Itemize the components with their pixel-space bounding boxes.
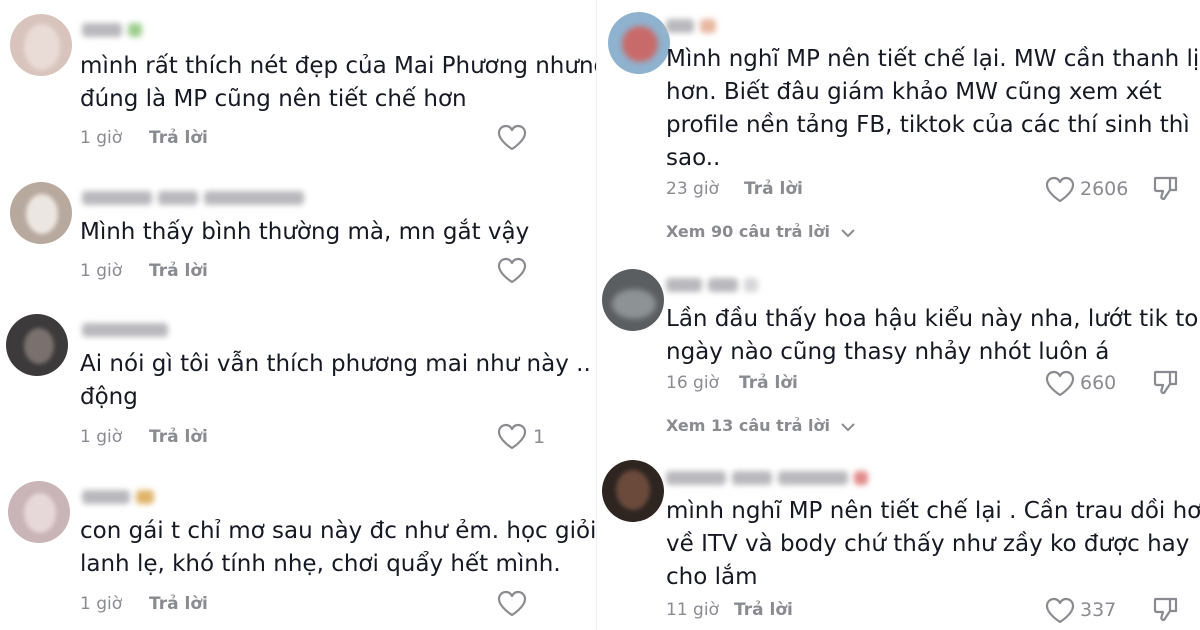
comment-item: mình nghĩ MP nên tiết chế lại . Cần trau… xyxy=(602,450,1200,630)
comment-line: cho lắm xyxy=(666,564,758,590)
reply-button[interactable]: Trả lời xyxy=(734,598,793,622)
heart-outline-icon[interactable] xyxy=(497,590,527,617)
comment-text: Mình thấy bình thường mà, mn gắt vậy xyxy=(80,216,529,249)
comment-line: đúng là MP cũng nên tiết chế hơn xyxy=(80,86,467,112)
comment-text: Ai nói gì tôi vẫn thích phương mai như n… xyxy=(80,348,596,414)
comment-line: con gái t chỉ mơ sau này đc như ẻm. học … xyxy=(80,518,596,544)
avatar[interactable] xyxy=(10,14,72,76)
avatar[interactable] xyxy=(8,481,70,543)
reply-button[interactable]: Trả lời xyxy=(149,126,208,150)
comment-line: hơn. Biết đâu giám khảo MW cũng xem xét xyxy=(666,79,1162,105)
avatar[interactable] xyxy=(608,12,670,74)
comment-time: 1 giờ xyxy=(80,427,123,447)
thumbs-down-icon[interactable] xyxy=(1152,174,1180,202)
comment-line: Lần đầu thấy hoa hậu kiểu này nha, lướt … xyxy=(666,306,1200,332)
comment-time: 23 giờ xyxy=(666,179,719,199)
username[interactable] xyxy=(82,20,152,40)
comment-text: mình nghĩ MP nên tiết chế lại . Cần trau… xyxy=(666,495,1200,594)
heart-outline-icon[interactable] xyxy=(1045,597,1075,624)
comment-line: profile nền tảng FB, tiktok của các thí … xyxy=(666,112,1190,138)
comment-text: con gái t chỉ mơ sau này đc như ẻm. học … xyxy=(80,515,596,581)
username[interactable] xyxy=(82,188,322,208)
avatar[interactable] xyxy=(10,182,72,244)
comment-line: động xyxy=(80,384,138,410)
reply-button[interactable]: Trả lời xyxy=(744,177,803,201)
like-count: 1 xyxy=(533,426,546,448)
reply-button[interactable]: Trả lời xyxy=(739,371,798,395)
comment-meta: 23 giờ Trả lời xyxy=(666,177,966,201)
reply-button[interactable]: Trả lời xyxy=(149,425,208,449)
like-count: 2606 xyxy=(1080,178,1129,200)
chevron-down-icon xyxy=(840,422,855,431)
comment-list-left: mình rất thích nét đẹp của Mai Phương nh… xyxy=(0,0,596,630)
comment-time: 1 giờ xyxy=(80,594,123,614)
comment-time: 1 giờ xyxy=(80,128,123,148)
heart-outline-icon[interactable] xyxy=(1045,176,1075,203)
comment-line: lanh lẹ, khó tính nhẹ, chơi quẩy hết mìn… xyxy=(80,551,561,577)
comment-item: con gái t chỉ mơ sau này đc như ẻm. học … xyxy=(0,465,596,630)
thumbs-down-icon[interactable] xyxy=(1152,368,1180,396)
chevron-down-icon xyxy=(840,228,855,237)
comment-item: Mình nghĩ MP nên tiết chế lại. MW cần th… xyxy=(602,0,1200,255)
like-count: 337 xyxy=(1080,599,1117,621)
comment-meta: 16 giờ Trả lời xyxy=(666,371,966,395)
username[interactable] xyxy=(82,320,182,340)
reply-button[interactable]: Trả lời xyxy=(149,592,208,616)
comment-line: Mình nghĩ MP nên tiết chế lại. MW cần th… xyxy=(666,46,1200,72)
heart-outline-icon[interactable] xyxy=(1045,370,1075,397)
comment-text: mình rất thích nét đẹp của Mai Phương nh… xyxy=(80,50,596,116)
username[interactable] xyxy=(666,275,776,295)
heart-outline-icon[interactable] xyxy=(497,257,527,284)
comment-line: mình nghĩ MP nên tiết chế lại . Cần trau… xyxy=(666,498,1200,524)
comment-line: Mình thấy bình thường mà, mn gắt vậy xyxy=(80,219,530,245)
comment-line: sao.. xyxy=(666,145,721,171)
comment-item: mình rất thích nét đẹp của Mai Phương nh… xyxy=(0,0,596,170)
comment-time: 1 giờ xyxy=(80,261,123,281)
comment-item: Lần đầu thấy hoa hậu kiểu này nha, lướt … xyxy=(602,255,1200,450)
view-replies-label: Xem 13 câu trả lời xyxy=(666,416,830,435)
heart-outline-icon[interactable] xyxy=(497,124,527,151)
username[interactable] xyxy=(666,16,736,36)
like-count: 660 xyxy=(1080,372,1117,394)
comment-item: Ai nói gì tôi vẫn thích phương mai như n… xyxy=(0,300,596,465)
comment-time: 11 giờ xyxy=(666,600,719,620)
comment-time: 16 giờ xyxy=(666,373,719,393)
view-replies-button[interactable]: Xem 90 câu trả lời xyxy=(666,221,856,243)
comment-item: Mình thấy bình thường mà, mn gắt vậy 1 g… xyxy=(0,170,596,300)
comment-line: mình rất thích nét đẹp của Mai Phương nh… xyxy=(80,53,596,79)
comment-meta: 11 giờ Trả lời xyxy=(666,598,966,622)
avatar[interactable] xyxy=(602,460,664,522)
thumbs-down-icon[interactable] xyxy=(1152,595,1180,623)
comment-line: về ITV và body chứ thấy như zầy ko được … xyxy=(666,531,1190,557)
username[interactable] xyxy=(666,468,896,488)
avatar[interactable] xyxy=(602,269,664,331)
comment-line: ngày nào cũng thasy nhảy nhót luôn á xyxy=(666,339,1110,365)
reply-button[interactable]: Trả lời xyxy=(149,259,208,283)
heart-outline-icon[interactable] xyxy=(497,423,527,450)
view-replies-button[interactable]: Xem 13 câu trả lời xyxy=(666,415,856,437)
comment-text: Mình nghĩ MP nên tiết chế lại. MW cần th… xyxy=(666,43,1200,175)
username[interactable] xyxy=(82,487,172,507)
comment-text: Lần đầu thấy hoa hậu kiểu này nha, lướt … xyxy=(666,303,1200,369)
comment-list-right: Mình nghĩ MP nên tiết chế lại. MW cần th… xyxy=(602,0,1200,630)
comment-line: Ai nói gì tôi vẫn thích phương mai như n… xyxy=(80,351,596,377)
avatar[interactable] xyxy=(6,314,68,376)
view-replies-label: Xem 90 câu trả lời xyxy=(666,222,830,241)
